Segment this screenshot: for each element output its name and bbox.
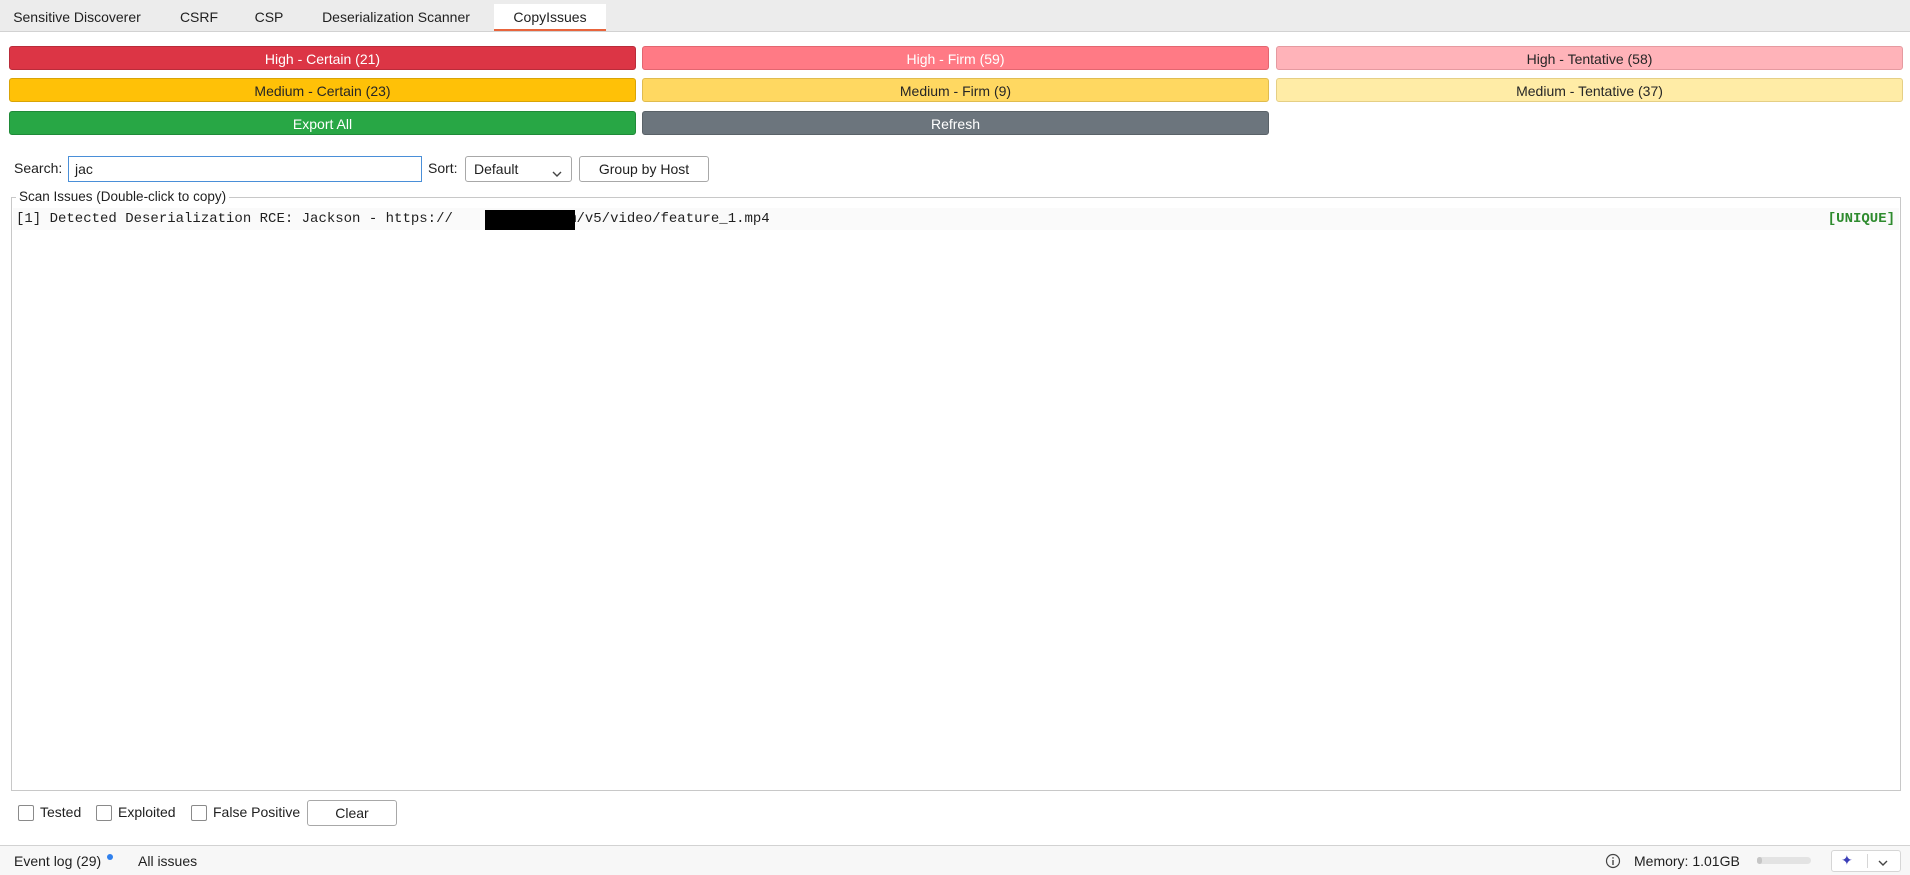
false-positive-label[interactable]: False Positive (213, 804, 300, 820)
tested-checkbox[interactable] (18, 805, 34, 821)
high-firm-button[interactable]: High - Firm (59) (642, 46, 1269, 70)
divider (1867, 854, 1868, 868)
unique-tag: [UNIQUE] (1827, 211, 1895, 227)
event-log-link[interactable]: Event log (29) (14, 853, 101, 869)
memory-usage-fill (1757, 857, 1763, 864)
scan-issues-panel (11, 197, 1901, 791)
exploited-checkbox[interactable] (96, 805, 112, 821)
issue-text-prefix: [1] Detected Deserialization RCE: Jackso… (16, 211, 453, 227)
issue-row[interactable]: [1] Detected Deserialization RCE: Jackso… (13, 208, 1899, 230)
scan-issues-legend: Scan Issues (Double-click to copy) (16, 189, 230, 204)
high-tentative-button[interactable]: High - Tentative (58) (1276, 46, 1903, 70)
high-certain-button[interactable]: High - Certain (21) (9, 46, 636, 70)
info-icon (1605, 853, 1621, 872)
false-positive-checkbox[interactable] (191, 805, 207, 821)
search-label: Search: (14, 160, 63, 176)
issue-text-suffix: .com/v5/video/feature_1.mp4 (542, 211, 770, 227)
tab-csrf[interactable]: CSRF (166, 4, 232, 31)
sort-label: Sort: (428, 160, 458, 176)
tab-sensitive-discoverer[interactable]: Sensitive Discoverer (5, 4, 149, 31)
tested-label[interactable]: Tested (40, 804, 81, 820)
refresh-button[interactable]: Refresh (642, 111, 1269, 135)
exploited-label[interactable]: Exploited (118, 804, 176, 820)
extension-tab-bar: Sensitive Discoverer CSRF CSP Deserializ… (0, 0, 1910, 32)
sparkle-icon: ✦ (1841, 852, 1853, 868)
clear-button[interactable]: Clear (307, 800, 397, 826)
issue-text: [1] Detected Deserialization RCE: Jackso… (16, 208, 770, 230)
memory-usage-bar (1757, 857, 1811, 864)
tab-copyissues[interactable]: CopyIssues (494, 4, 606, 31)
export-all-button[interactable]: Export All (9, 111, 636, 135)
ai-assistant-button[interactable]: ✦ (1831, 850, 1901, 872)
medium-tentative-button[interactable]: Medium - Tentative (37) (1276, 78, 1903, 102)
medium-firm-button[interactable]: Medium - Firm (9) (642, 78, 1269, 102)
sort-select[interactable]: Default (465, 156, 572, 182)
tab-deserialization-scanner[interactable]: Deserialization Scanner (310, 4, 482, 31)
all-issues-link[interactable]: All issues (138, 853, 197, 869)
status-bar: Event log (29) All issues Memory: 1.01GB… (0, 845, 1910, 875)
sort-select-value: Default (474, 161, 519, 177)
tab-csp[interactable]: CSP (245, 4, 293, 31)
search-input[interactable]: jac (68, 156, 422, 182)
notification-dot (107, 854, 113, 860)
redaction-block (485, 210, 575, 230)
group-by-host-button[interactable]: Group by Host (579, 156, 709, 182)
chevron-down-icon (551, 163, 563, 187)
chevron-down-icon[interactable] (1877, 856, 1889, 872)
memory-readout: Memory: 1.01GB (1634, 853, 1740, 869)
medium-certain-button[interactable]: Medium - Certain (23) (9, 78, 636, 102)
